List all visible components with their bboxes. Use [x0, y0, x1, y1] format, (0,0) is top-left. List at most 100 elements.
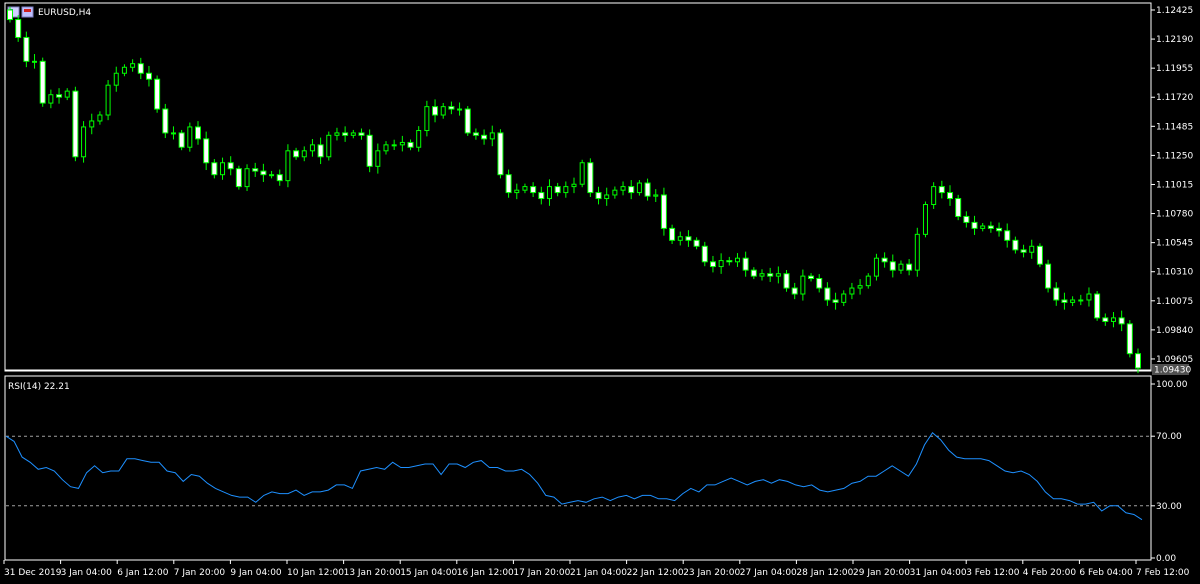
candle: [448, 101, 455, 115]
candle: [955, 194, 962, 221]
candle-body: [734, 257, 740, 263]
candle: [432, 99, 439, 123]
candle: [170, 126, 176, 140]
candle-body: [383, 144, 389, 152]
time-tick-label: 10 Jan 12:00: [287, 568, 344, 578]
candle-body: [97, 114, 103, 122]
candle-body: [669, 227, 676, 241]
candle-body: [849, 287, 855, 295]
candle-body: [317, 144, 324, 158]
candle: [334, 127, 340, 141]
candle-body: [628, 186, 635, 194]
candle-body: [653, 194, 659, 197]
candle-body: [1036, 245, 1043, 265]
candle-body: [211, 162, 218, 176]
candle-body: [987, 225, 994, 229]
candle-body: [1126, 323, 1133, 355]
candle-body: [366, 134, 373, 167]
candle-body: [1135, 353, 1141, 369]
candle: [276, 169, 283, 186]
candle-body: [1004, 230, 1011, 241]
candle-body: [1029, 245, 1035, 253]
candle: [832, 292, 839, 310]
candle-body: [391, 144, 397, 147]
rsi-series: [5, 431, 1143, 521]
candle-body: [350, 132, 356, 136]
time-tick-label: 16 Jan 12:00: [457, 568, 514, 578]
candle: [800, 269, 806, 301]
candle: [1110, 312, 1116, 328]
candle-body: [235, 168, 242, 188]
candle-body: [963, 215, 970, 223]
rsi-line: [5, 431, 1143, 521]
candle: [914, 227, 920, 277]
candle-body: [1045, 263, 1052, 289]
price-y-axis: 1.12425 1.12190 1.11955 1.11720 1.11485 1.112…: [1151, 6, 1193, 365]
candle: [938, 180, 945, 199]
candle: [898, 260, 904, 274]
candle-body: [514, 189, 520, 194]
candle: [644, 178, 651, 201]
candle-body: [293, 150, 300, 158]
candle-body: [922, 204, 928, 235]
candle: [612, 186, 618, 199]
candle-body: [832, 299, 839, 303]
candle: [563, 181, 569, 198]
candle-body: [81, 126, 87, 158]
candle-body: [113, 72, 119, 86]
candle: [750, 267, 757, 280]
candle-body: [7, 9, 13, 21]
time-tick-label: 13 Jan 20:00: [344, 568, 401, 578]
candle-body: [187, 126, 193, 148]
price-tick-label: 1.11955: [1156, 64, 1193, 74]
candle-body: [137, 63, 144, 74]
candle: [260, 163, 267, 182]
candle: [554, 182, 561, 197]
candle: [1061, 292, 1068, 310]
candle-body: [170, 132, 176, 135]
candle-body: [130, 63, 136, 68]
candle-body: [481, 134, 488, 140]
candle: [1094, 291, 1101, 321]
candle-body: [375, 150, 381, 167]
candle-body: [399, 141, 405, 146]
current-price-tag: 1.09430: [1152, 364, 1191, 376]
candle-body: [285, 150, 291, 182]
candle: [220, 157, 226, 180]
candle: [987, 221, 994, 233]
candle-body: [358, 132, 365, 136]
candle: [701, 241, 708, 267]
candle-body: [554, 186, 561, 194]
candle: [693, 237, 700, 250]
candle: [366, 129, 373, 173]
candle-body: [1020, 249, 1027, 253]
candle-body: [783, 273, 790, 289]
candle: [873, 253, 879, 281]
price-tick-label: 1.11015: [1156, 180, 1193, 190]
time-tick-label: 28 Jan 12:00: [796, 568, 853, 578]
candle-body: [538, 192, 545, 200]
candle: [685, 230, 692, 247]
candle-body: [759, 273, 765, 277]
candle: [399, 135, 405, 152]
candle-body: [64, 90, 70, 98]
candle-body: [1061, 299, 1068, 303]
current-price-label: 1.09430: [1154, 366, 1191, 376]
price-tick-label: 1.11250: [1156, 151, 1193, 161]
candle: [145, 65, 152, 87]
candle: [530, 182, 537, 197]
candle-body: [604, 194, 610, 200]
candle: [889, 254, 896, 278]
candle-body: [505, 174, 512, 194]
candle: [505, 169, 512, 198]
candle: [301, 146, 307, 162]
candle: [922, 201, 928, 238]
candle: [522, 183, 528, 194]
candle-body: [612, 189, 618, 196]
chart-flag-icon-2: [21, 6, 34, 18]
time-tick-label: 3 Jan 04:00: [61, 568, 113, 578]
candle-body: [530, 186, 537, 194]
time-tick-label: 6 Feb 04:00: [1079, 568, 1133, 578]
price-pane-frame: [4, 2, 1152, 372]
candle-body: [906, 263, 913, 271]
